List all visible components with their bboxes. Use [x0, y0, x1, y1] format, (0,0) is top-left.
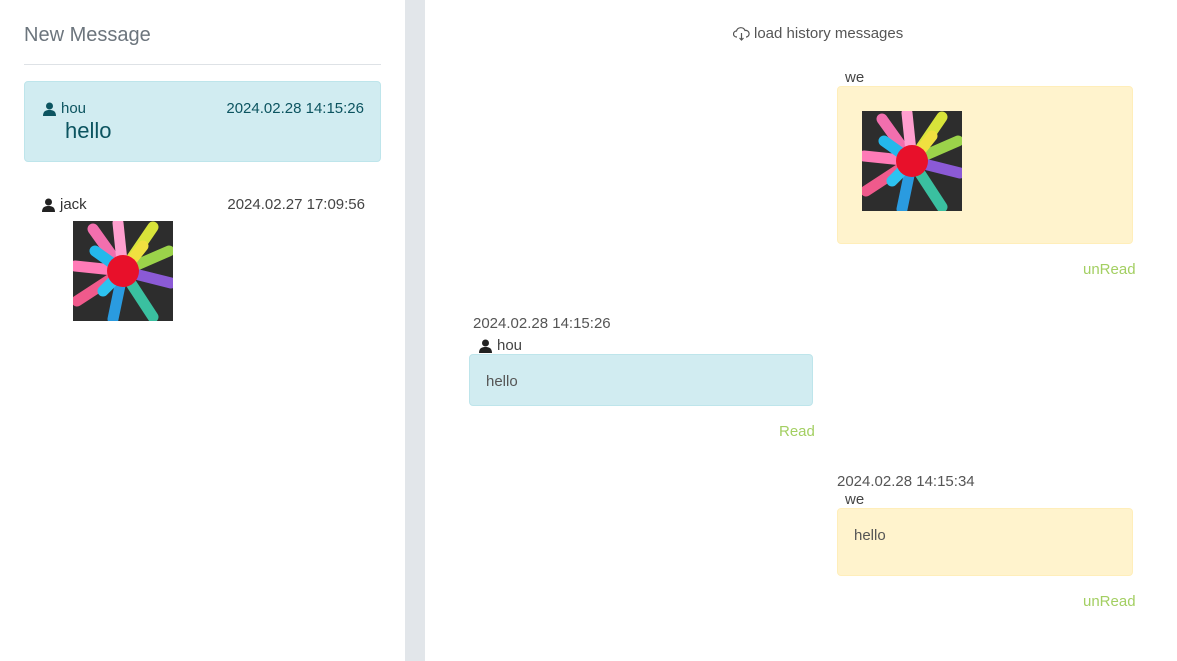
conversation-username: hou	[61, 100, 87, 117]
message-bubble[interactable]: hello	[469, 354, 813, 406]
conversation-time: 2024.02.27 17:09:56	[227, 196, 365, 213]
message-sender: we	[845, 69, 865, 86]
user-icon	[42, 198, 55, 212]
load-history-button[interactable]: load history messages	[732, 25, 904, 42]
cloud-download-icon	[732, 26, 750, 41]
message-sender: hou	[479, 337, 522, 354]
message-timestamp: 2024.02.28 14:15:26	[473, 315, 611, 332]
panel-divider	[405, 0, 425, 661]
image-thumbnail	[73, 221, 173, 321]
message-text: hello	[486, 373, 518, 390]
read-status: unRead	[1083, 593, 1136, 610]
message-timestamp: 2024.02.28 14:15:34	[837, 473, 975, 490]
conversation-preview: hello	[65, 118, 112, 143]
load-history-label: load history messages	[754, 25, 904, 42]
read-status: unRead	[1083, 261, 1136, 278]
user-icon	[479, 339, 492, 353]
user-icon	[43, 102, 56, 116]
conversation-item-hou[interactable]: hou 2024.02.28 14:15:26 hello	[24, 81, 381, 162]
chat-panel: load history messages we unRead 2024.02.…	[425, 0, 1177, 661]
message-bubble-image[interactable]	[837, 86, 1133, 244]
message-text: hello	[854, 527, 886, 544]
conversation-user: hou	[43, 100, 86, 117]
message-sender: we	[845, 491, 865, 508]
conversation-time: 2024.02.28 14:15:26	[226, 100, 364, 117]
panel-title: New Message	[24, 24, 151, 46]
conversation-item-jack[interactable]: jack 2024.02.27 17:09:56	[24, 183, 381, 333]
read-status: Read	[779, 423, 815, 440]
conversation-user: jack	[42, 196, 87, 213]
conversation-list-panel: New Message hou 2024.02.28 14:15:26 hell…	[0, 0, 405, 661]
message-sender-name: hou	[497, 337, 523, 354]
title-divider	[24, 64, 381, 65]
message-image[interactable]	[862, 111, 962, 211]
conversation-username: jack	[60, 196, 87, 213]
message-bubble[interactable]: hello	[837, 508, 1133, 576]
